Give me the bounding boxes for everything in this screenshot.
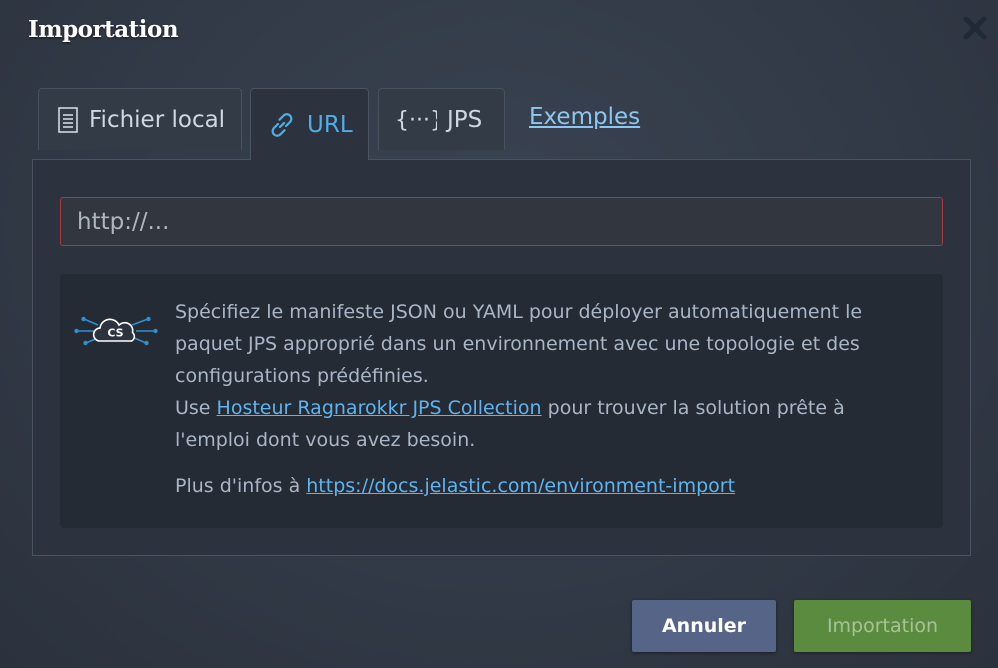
svg-text:{···}: {···}: [395, 108, 437, 133]
more-info-line: Plus d'infos à https://docs.jelastic.com…: [175, 475, 735, 497]
braces-icon: {···}: [395, 106, 437, 134]
tab-jps-label: JPS: [447, 106, 483, 133]
info-text: Spécifiez le manifeste JSON ou YAML pour…: [175, 296, 925, 456]
tab-url-label: URL: [307, 111, 353, 138]
cancel-button[interactable]: Annuler: [632, 600, 776, 652]
info-description: Spécifiez le manifeste JSON ou YAML pour…: [175, 301, 863, 387]
url-input[interactable]: [60, 197, 943, 246]
close-icon[interactable]: [961, 14, 989, 42]
collection-link[interactable]: Hosteur Ragnarokkr JPS Collection: [217, 397, 542, 419]
tab-url[interactable]: URL: [250, 88, 369, 160]
examples-link[interactable]: Exemples: [529, 104, 640, 130]
info-use-line: Use Hosteur Ragnarokkr JPS Collection po…: [175, 392, 925, 456]
cloud-cs-label: CS: [107, 327, 123, 340]
more-info-prefix: Plus d'infos à: [175, 475, 307, 497]
dialog-title: Importation: [28, 16, 179, 43]
tab-local-file-label: Fichier local: [89, 106, 226, 133]
tab-jps[interactable]: {···} JPS: [378, 88, 505, 150]
info-use-prefix: Use: [175, 397, 217, 419]
link-icon: [267, 110, 297, 140]
cloud-cs-icon: CS: [74, 316, 158, 346]
document-icon: [57, 106, 79, 133]
tab-local-file[interactable]: Fichier local: [38, 88, 242, 150]
docs-link[interactable]: https://docs.jelastic.com/environment-im…: [306, 475, 735, 497]
import-button[interactable]: Importation: [794, 600, 971, 652]
